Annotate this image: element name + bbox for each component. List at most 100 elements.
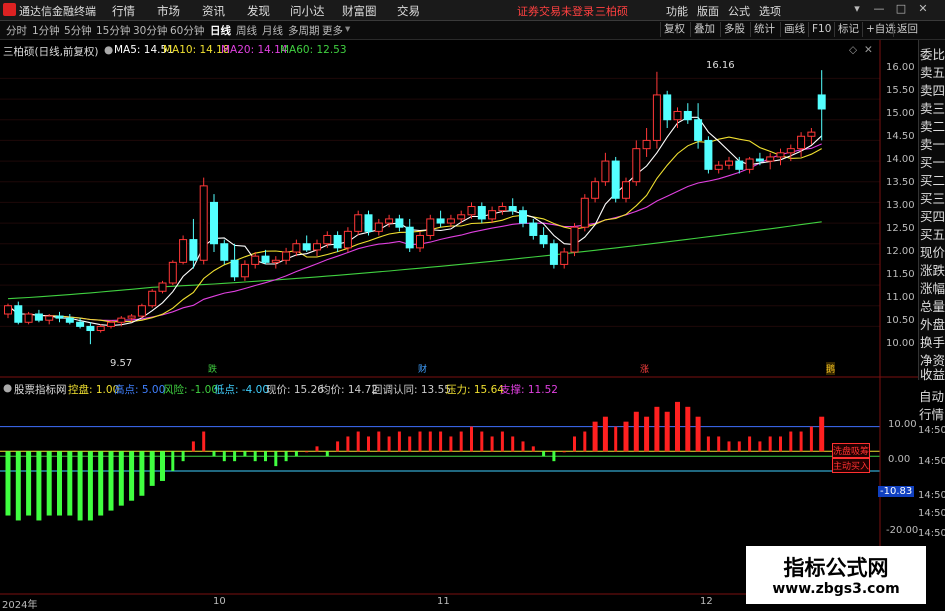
indicator-bar xyxy=(542,451,546,457)
quote-label[interactable]: 总量 xyxy=(919,296,945,315)
quote-label[interactable]: 卖一 xyxy=(919,134,945,153)
indicator-bar xyxy=(294,451,298,457)
menu-item-trade[interactable]: 交易 xyxy=(397,3,420,19)
indicator-bar xyxy=(171,451,175,472)
auto-quote-label[interactable]: 自动 xyxy=(918,386,945,405)
mark-button[interactable]: 标记 xyxy=(834,22,862,37)
quote-label[interactable]: 委比 xyxy=(919,44,945,63)
draw-line-button[interactable]: 画线 xyxy=(780,22,808,37)
candle-body xyxy=(673,110,682,121)
menu-formula[interactable]: 公式 xyxy=(728,3,750,19)
period-tab-30min[interactable]: 30分钟 xyxy=(133,23,167,38)
menu-item-wealth[interactable]: 财富圈 xyxy=(342,3,377,19)
f10-button[interactable]: F10 xyxy=(808,22,834,37)
period-tab-more[interactable]: 更多 xyxy=(322,23,343,38)
minimize-icon[interactable]: — xyxy=(872,2,886,16)
quote-label[interactable]: 涨幅 xyxy=(919,278,945,297)
quote-label[interactable]: 外盘 xyxy=(919,314,945,333)
signal-tag-wash: 洗盘吸筹 xyxy=(832,443,871,458)
more-chevron-icon[interactable]: ▾ xyxy=(345,23,350,35)
candle-body xyxy=(271,259,280,263)
menu-options[interactable]: 选项 xyxy=(759,3,781,19)
multi-stock-button[interactable]: 多股 xyxy=(720,22,748,37)
candle-body xyxy=(230,259,239,278)
kline-chart[interactable] xyxy=(0,40,918,596)
login-notice[interactable]: 证券交易未登录 xyxy=(517,3,594,19)
candle-body xyxy=(786,148,795,154)
candle-body xyxy=(776,152,785,158)
quote-label[interactable]: 买五 xyxy=(919,224,945,243)
candle-body xyxy=(65,317,74,323)
period-tab-multi[interactable]: 多周期 xyxy=(288,23,320,38)
quote-label[interactable]: 买四 xyxy=(919,206,945,225)
candle-body xyxy=(632,148,641,183)
maximize-icon[interactable]: □ xyxy=(894,2,908,16)
menu-item-news[interactable]: 资讯 xyxy=(202,3,225,19)
indicator-bar xyxy=(521,441,525,452)
period-tab-60min[interactable]: 60分钟 xyxy=(170,23,204,38)
candle-body xyxy=(446,218,455,224)
indicator-bar xyxy=(160,451,165,481)
quote-label[interactable]: 卖三 xyxy=(919,98,945,117)
indicator-bar xyxy=(222,451,226,462)
legend-pressure: 压力: 15.64 xyxy=(446,384,504,396)
menu-item-discover[interactable]: 发现 xyxy=(247,3,270,19)
period-tab-weekly[interactable]: 周线 xyxy=(236,23,257,38)
indicator-bar xyxy=(748,436,752,452)
quote-label[interactable]: 收益 xyxy=(919,364,945,383)
back-button[interactable]: 返回 xyxy=(893,22,921,37)
candle-body xyxy=(580,197,589,228)
period-tab-15min[interactable]: 15分钟 xyxy=(96,23,130,38)
menu-item-quotes[interactable]: 行情 xyxy=(112,3,135,19)
overlay-button[interactable]: 叠加 xyxy=(690,22,718,37)
indicator-bar xyxy=(685,406,691,452)
indicator-name[interactable]: 股票指标网 xyxy=(14,382,67,397)
indicator-bar xyxy=(87,451,93,521)
candle-body xyxy=(395,218,404,228)
close-icon[interactable]: ✕ xyxy=(916,2,930,16)
candle-body xyxy=(158,282,167,292)
period-tab-daily[interactable]: 日线 xyxy=(210,23,231,38)
dropdown-icon[interactable]: ▾ xyxy=(850,2,864,16)
indicator-bar xyxy=(737,441,741,452)
quote-label[interactable]: 现价 xyxy=(919,242,945,261)
price-tick: 11.50 xyxy=(886,269,915,280)
menu-functions[interactable]: 功能 xyxy=(666,3,688,19)
quote-label[interactable]: 卖五 xyxy=(919,62,945,81)
statistics-button[interactable]: 统计 xyxy=(750,22,778,37)
indicator-bar xyxy=(552,451,556,462)
candle-body xyxy=(210,201,218,245)
quote-label[interactable]: 卖四 xyxy=(919,80,945,99)
indicator-bar xyxy=(727,441,731,452)
period-tab-intraday[interactable]: 分时 xyxy=(6,23,27,38)
quote-label[interactable]: 卖二 xyxy=(919,116,945,135)
candle-body xyxy=(137,305,146,317)
quote-label[interactable]: 买一 xyxy=(919,152,945,171)
quote-label[interactable]: 换手 xyxy=(919,332,945,351)
period-tab-monthly[interactable]: 月线 xyxy=(262,23,283,38)
menu-layout[interactable]: 版面 xyxy=(697,3,719,19)
period-tab-5min[interactable]: 5分钟 xyxy=(64,23,92,38)
indicator-bar xyxy=(500,431,504,452)
adjust-button[interactable]: 复权 xyxy=(660,22,688,37)
quote-label[interactable]: 买三 xyxy=(919,188,945,207)
signal-marker-down: 跌 xyxy=(208,365,218,375)
price-tick: 11.00 xyxy=(886,292,915,303)
menu-item-market[interactable]: 市场 xyxy=(157,3,180,19)
legend-low: 低点: -4.00 xyxy=(214,384,270,396)
indicator-settings-icon[interactable]: ● xyxy=(3,382,12,394)
candle-body xyxy=(292,243,301,253)
auto-quote-label[interactable]: 行情 xyxy=(918,404,945,423)
quote-label[interactable]: 涨跌 xyxy=(919,260,945,279)
watermark-title: 指标公式网 xyxy=(783,556,889,580)
menu-item-assistant[interactable]: 问小达 xyxy=(290,3,325,19)
indicator-bar xyxy=(264,451,267,462)
x-axis-label: 12 xyxy=(700,596,713,607)
candle-body xyxy=(508,206,517,212)
period-tab-1min[interactable]: 1分钟 xyxy=(32,23,60,38)
quote-label[interactable]: 买二 xyxy=(919,170,945,189)
candle-body xyxy=(570,226,579,253)
low-annotation: 9.57 xyxy=(110,358,133,369)
indicator-bar xyxy=(274,451,278,467)
indicator-bar xyxy=(789,431,793,452)
